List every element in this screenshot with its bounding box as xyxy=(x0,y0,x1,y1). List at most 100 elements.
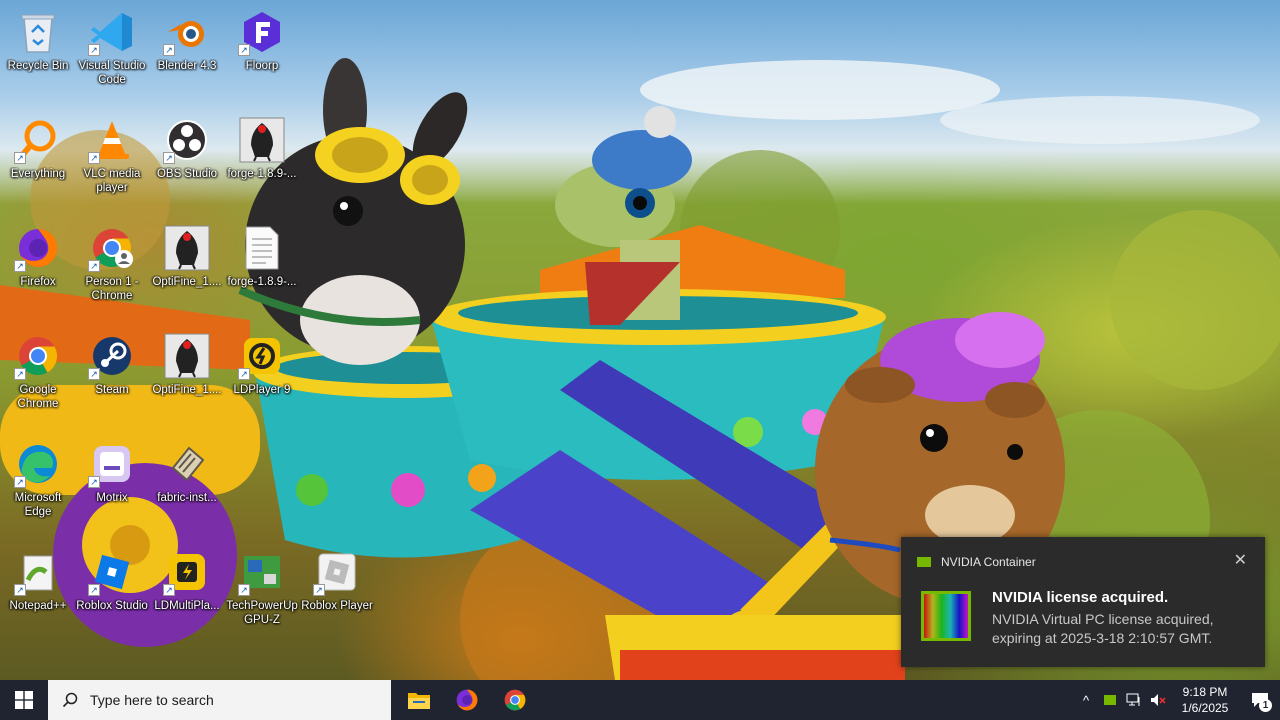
shortcut-arrow-icon: ↗ xyxy=(163,44,175,56)
shortcut-arrow-icon: ↗ xyxy=(14,260,26,272)
desktop-icon-label: Firefox xyxy=(20,276,56,288)
desktop-icon-obs[interactable]: ↗ OBS Studio xyxy=(149,110,225,210)
desktop-icon-recycle-bin[interactable]: Recycle Bin xyxy=(0,2,76,102)
vlc-icon: ↗ xyxy=(88,116,136,164)
ldplayer-icon: ↗ xyxy=(238,332,286,380)
taskbar-chrome[interactable] xyxy=(491,680,539,720)
action-center-button[interactable]: 1 xyxy=(1240,680,1280,720)
desktop-icon-chrome-person1[interactable]: ↗ Person 1 - Chrome xyxy=(74,218,150,318)
shortcut-arrow-icon: ↗ xyxy=(88,152,100,164)
nvidia-logo-icon xyxy=(917,557,931,567)
desktop-icon-ldmultiplayer[interactable]: ↗ LDMultiPla... xyxy=(149,542,225,642)
desktop-icon-fabric-installer[interactable]: fabric-inst... xyxy=(149,434,225,534)
roblox-player-icon: ↗ xyxy=(313,548,361,596)
fabric-icon xyxy=(163,440,211,488)
shortcut-arrow-icon: ↗ xyxy=(238,584,250,596)
shortcut-arrow-icon: ↗ xyxy=(88,368,100,380)
desktop-icon-label: TechPowerUp GPU-Z xyxy=(226,600,298,626)
desktop-icon-label: LDMultiPla... xyxy=(154,600,220,612)
desktop-icon-label: Recycle Bin xyxy=(7,60,69,72)
desktop-icon-label: Blender 4.3 xyxy=(157,60,217,72)
search-placeholder: Type here to search xyxy=(90,692,214,708)
notification-app-name: NVIDIA Container xyxy=(941,555,1036,569)
taskbar-firefox[interactable] xyxy=(443,680,491,720)
desktop-icon-label: Microsoft Edge xyxy=(14,492,62,518)
desktop-icon-google-chrome[interactable]: ↗ Google Chrome xyxy=(0,326,76,426)
blender-icon: ↗ xyxy=(163,8,211,56)
desktop-icon-motrix[interactable]: ↗ Motrix xyxy=(74,434,150,534)
chrome-icon: ↗ xyxy=(14,332,62,380)
clock-time: 9:18 PM xyxy=(1182,685,1228,699)
system-tray: ^ 9:18 PM 1/6/2025 1 xyxy=(1074,680,1280,720)
gpuz-icon: ↗ xyxy=(238,548,286,596)
notification-count-badge: 1 xyxy=(1259,699,1272,712)
taskbar: Type here to search ^ 9:18 PM 1/6/2025 1 xyxy=(0,680,1280,720)
desktop-icon-forge-1[interactable]: forge-1.8.9-... xyxy=(224,110,300,210)
nvidia-container-icon xyxy=(921,591,971,641)
notification-title: NVIDIA license acquired. xyxy=(992,589,1169,606)
desktop-icon-label: OptiFine_1.... xyxy=(152,384,222,396)
volume-muted-icon[interactable] xyxy=(1146,680,1170,720)
shortcut-arrow-icon: ↗ xyxy=(88,584,100,596)
desktop-icon-notepadpp[interactable]: ↗ Notepad++ xyxy=(0,542,76,642)
notepadpp-icon: ↗ xyxy=(14,548,62,596)
desktop-icon-label: OBS Studio xyxy=(156,168,218,180)
edge-icon: ↗ xyxy=(14,440,62,488)
taskbar-file-explorer[interactable] xyxy=(395,680,443,720)
desktop-icon-blender[interactable]: ↗ Blender 4.3 xyxy=(149,2,225,102)
show-hidden-icons-chevron-icon[interactable]: ^ xyxy=(1074,680,1098,720)
desktop-icon-vlc[interactable]: ↗ VLC media player xyxy=(74,110,150,210)
notification-close-button[interactable]: ✕ xyxy=(1234,553,1247,569)
desktop-icon-optifine-1[interactable]: OptiFine_1.... xyxy=(149,218,225,318)
desktop-icon-label: LDPlayer 9 xyxy=(233,384,291,396)
desktop-icon-label: Motrix xyxy=(96,492,128,504)
everything-icon: ↗ xyxy=(14,116,62,164)
shortcut-arrow-icon: ↗ xyxy=(88,476,100,488)
taskbar-clock[interactable]: 9:18 PM 1/6/2025 xyxy=(1170,684,1240,716)
nvidia-tray-icon[interactable] xyxy=(1098,680,1122,720)
desktop-icon-floorp[interactable]: ↗ Floorp xyxy=(224,2,300,102)
notification-toast[interactable]: NVIDIA Container ✕ NVIDIA license acquir… xyxy=(901,537,1265,667)
file-explorer-icon xyxy=(408,693,430,709)
chrome-profile-icon: ↗ xyxy=(88,224,136,272)
start-button[interactable] xyxy=(0,680,48,720)
java-icon xyxy=(163,224,211,272)
ldmultiplayer-icon: ↗ xyxy=(163,548,211,596)
shortcut-arrow-icon: ↗ xyxy=(14,584,26,596)
notification-body: NVIDIA Virtual PC license acquired, expi… xyxy=(992,611,1214,646)
desktop-icon-label: Roblox Studio xyxy=(76,600,148,612)
desktop-icon-steam[interactable]: ↗ Steam xyxy=(74,326,150,426)
roblox-studio-icon: ↗ xyxy=(88,548,136,596)
document-icon xyxy=(238,224,286,272)
java-icon xyxy=(163,332,211,380)
taskbar-search-box[interactable]: Type here to search xyxy=(48,680,391,720)
desktop-icon-label: Steam xyxy=(95,384,129,396)
chrome-icon xyxy=(504,689,526,711)
shortcut-arrow-icon: ↗ xyxy=(313,584,325,596)
desktop-icon-forge-2[interactable]: forge-1.8.9-... xyxy=(224,218,300,318)
desktop-icon-everything[interactable]: ↗ Everything xyxy=(0,110,76,210)
desktop-icon-firefox[interactable]: ↗ Firefox xyxy=(0,218,76,318)
obs-icon: ↗ xyxy=(163,116,211,164)
desktop-icon-roblox-studio[interactable]: ↗ Roblox Studio xyxy=(74,542,150,642)
network-icon[interactable] xyxy=(1122,680,1146,720)
desktop-icon-gpuz[interactable]: ↗ TechPowerUp GPU-Z xyxy=(224,542,300,642)
desktop-icon-roblox-player[interactable]: ↗ Roblox Player xyxy=(299,542,375,642)
steam-icon: ↗ xyxy=(88,332,136,380)
desktop-icon-optifine-2[interactable]: OptiFine_1.... xyxy=(149,326,225,426)
desktop-icon-ldplayer[interactable]: ↗ LDPlayer 9 xyxy=(224,326,300,426)
firefox-icon: ↗ xyxy=(14,224,62,272)
java-icon xyxy=(238,116,286,164)
vscode-icon: ↗ xyxy=(88,8,136,56)
desktop-icon-microsoft-edge[interactable]: ↗ Microsoft Edge xyxy=(0,434,76,534)
shortcut-arrow-icon: ↗ xyxy=(14,476,26,488)
desktop-icon-label: OptiFine_1.... xyxy=(152,276,222,288)
shortcut-arrow-icon: ↗ xyxy=(88,260,100,272)
desktop-icon-label: forge-1.8.9-... xyxy=(227,168,297,180)
shortcut-arrow-icon: ↗ xyxy=(88,44,100,56)
clock-date: 1/6/2025 xyxy=(1181,701,1229,715)
desktop-icon-label: Roblox Player xyxy=(301,600,373,612)
motrix-icon: ↗ xyxy=(88,440,136,488)
shortcut-arrow-icon: ↗ xyxy=(14,152,26,164)
desktop-icon-vscode[interactable]: ↗ Visual Studio Code xyxy=(74,2,150,102)
